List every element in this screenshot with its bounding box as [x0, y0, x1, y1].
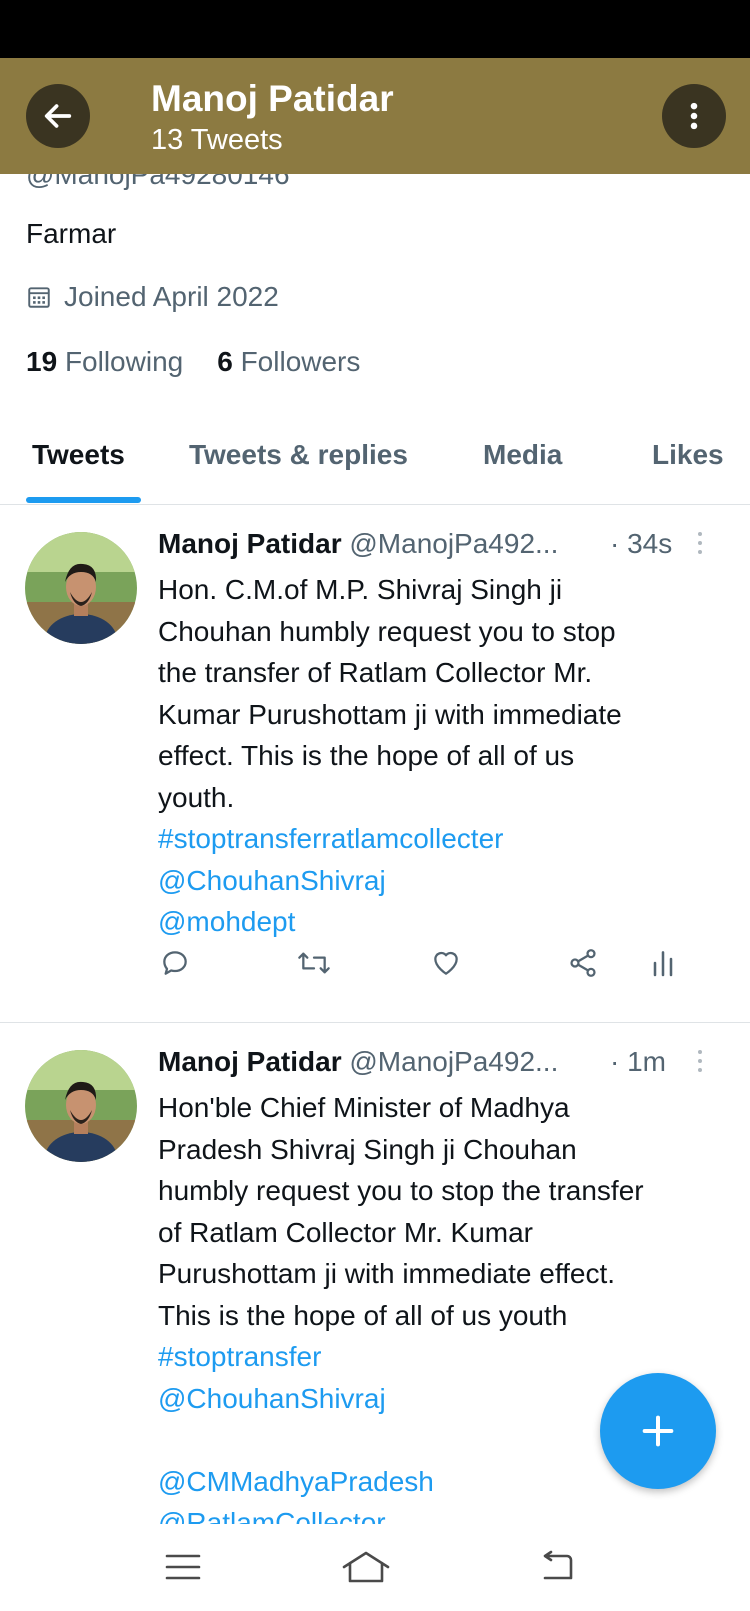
tweet-text: Hon. C.M.of M.P. Shivraj Singh ji Chouha…: [158, 569, 728, 943]
tweet-author-handle[interactable]: @ManojPa492...: [349, 1046, 558, 1077]
tab-tweets-replies[interactable]: Tweets & replies: [189, 439, 408, 471]
share-icon: [570, 949, 596, 977]
recent-apps-button[interactable]: [153, 1542, 213, 1592]
tweet-line: of Ratlam Collector Mr. Kumar: [158, 1216, 533, 1248]
tweet-author-handle[interactable]: @ManojPa492...: [349, 528, 558, 559]
heart-icon: [434, 951, 458, 975]
tweet-time: · 1m: [610, 1046, 666, 1077]
tweet-menu-button[interactable]: [695, 1048, 705, 1079]
analytics-icon: [653, 951, 673, 977]
analytics-button[interactable]: [643, 943, 683, 983]
hashtag-link[interactable]: #stoptransferratlamcollecter: [158, 818, 728, 860]
tweet-line: This is the hope of all of us youth: [158, 1299, 568, 1331]
back-nav-button[interactable]: [527, 1542, 587, 1592]
followers-count: 6: [217, 346, 233, 377]
compose-tweet-button[interactable]: [600, 1373, 716, 1489]
follow-stats: 19 Following 6 Followers: [26, 346, 360, 378]
tweet-time: · 34s: [610, 528, 673, 559]
retweet-button[interactable]: [294, 943, 334, 983]
tweet-actions: [0, 943, 750, 993]
tweet-line: Chouhan humbly request you to stop: [158, 615, 616, 647]
share-button[interactable]: [563, 943, 603, 983]
tab-likes[interactable]: Likes: [652, 439, 724, 471]
system-nav-bar: [0, 1524, 750, 1611]
mention-link[interactable]: @mohdept: [158, 901, 728, 943]
following-link[interactable]: 19 Following: [26, 346, 183, 378]
tab-media[interactable]: Media: [483, 439, 562, 471]
tweet-line: youth.: [158, 781, 235, 813]
more-vertical-icon: [698, 1050, 702, 1072]
home-icon: [342, 1551, 390, 1583]
reply-button[interactable]: [155, 943, 195, 983]
tweet[interactable]: Manoj Patidar @ManojPa492... · 34s Hon. …: [0, 506, 750, 1023]
mention-link[interactable]: @RatlamCollector: [158, 1502, 728, 1524]
arrow-left-icon: [44, 104, 72, 128]
like-button[interactable]: [426, 943, 466, 983]
following-label: Following: [64, 346, 184, 377]
followers-label: Followers: [240, 346, 361, 377]
tweet-count: 13 Tweets: [151, 124, 283, 156]
more-button[interactable]: [662, 84, 726, 148]
back-icon: [543, 1550, 573, 1580]
tweet-author-name[interactable]: Manoj Patidar: [158, 528, 342, 559]
tweet-line: Purushottam ji with immediate effect.: [158, 1258, 616, 1289]
tweet-meta: Manoj Patidar @ManojPa492... · 34s: [158, 528, 718, 560]
following-count: 19: [26, 346, 58, 377]
plus-icon: [642, 1415, 674, 1447]
header-title: Manoj Patidar: [151, 78, 394, 119]
tweet-line: the transfer of Ratlam Collector Mr.: [158, 657, 593, 688]
avatar[interactable]: [25, 1050, 137, 1162]
active-tab-indicator: [26, 497, 141, 503]
back-button[interactable]: [26, 84, 90, 148]
tweet-line: effect. This is the hope of all of us: [158, 740, 575, 771]
mention-link[interactable]: @ChouhanShivraj: [158, 860, 728, 902]
menu-icon: [165, 1554, 201, 1580]
followers-link[interactable]: 6 Followers: [217, 346, 360, 378]
retweet-icon: [298, 952, 330, 974]
hashtag-link[interactable]: #stoptransfer: [158, 1336, 728, 1378]
tweet-author-name[interactable]: Manoj Patidar: [158, 1046, 342, 1077]
tweet-line: Kumar Purushottam ji with immediate: [158, 698, 622, 730]
status-bar: [0, 0, 750, 58]
calendar-icon: [28, 287, 50, 308]
tweet-meta: Manoj Patidar @ManojPa492... · 1m: [158, 1046, 718, 1078]
home-button[interactable]: [336, 1542, 396, 1592]
profile-bio: Farmar: [26, 218, 117, 249]
tweet-line: Hon'ble Chief Minister of Madhya: [158, 1092, 570, 1123]
reply-icon: [163, 951, 187, 975]
tweet-line: humbly request you to stop the transfer: [158, 1175, 644, 1206]
tweet-menu-button[interactable]: [695, 530, 705, 561]
joined-date: Joined April 2022: [26, 281, 279, 313]
tweet-line: Pradesh Shivraj Singh ji Chouhan: [158, 1133, 577, 1165]
more-vertical-icon: [698, 532, 702, 554]
profile-header: Manoj Patidar 13 Tweets: [0, 58, 750, 174]
tab-tweets[interactable]: Tweets: [32, 439, 125, 471]
profile-tabs: Tweets Tweets & replies Media Likes: [0, 425, 750, 505]
tweet-line: Hon. C.M.of M.P. Shivraj Singh ji: [158, 574, 563, 605]
more-vertical-icon: [690, 102, 698, 130]
joined-label: Joined April 2022: [64, 281, 279, 312]
avatar[interactable]: [25, 532, 137, 644]
